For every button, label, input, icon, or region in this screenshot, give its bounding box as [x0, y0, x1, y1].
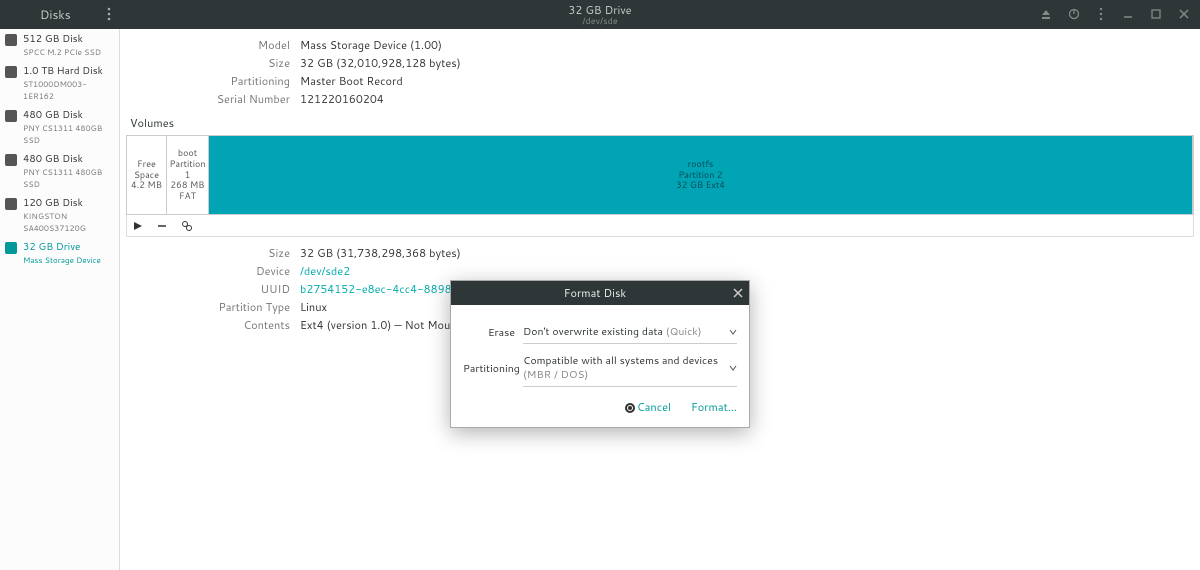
volume-partition-2[interactable]: rootfsPartition 232 GB Ext4: [209, 136, 1193, 214]
drive-icon: [5, 34, 17, 46]
partitioning-dropdown[interactable]: Compatible with all systems and devices …: [523, 350, 737, 387]
format-disk-dialog: Format Disk Erase Don't overwrite existi…: [450, 280, 750, 428]
app-menu-button[interactable]: [103, 7, 115, 21]
drive-menu-button[interactable]: [1096, 7, 1106, 21]
drive-list: 512 GB DiskSPCC M.2 PCIe SSD 1.0 TB Hard…: [0, 29, 120, 570]
chevron-down-icon: [729, 328, 737, 336]
drive-item-5[interactable]: 32 GB DriveMass Storage Device: [0, 237, 119, 269]
device-link[interactable]: /dev/sde2: [300, 263, 350, 279]
drive-info: ModelMass Storage Device (1.00) Size32 G…: [120, 37, 1200, 107]
drive-item-2[interactable]: 480 GB DiskPNY CS1311 480GB SSD: [0, 105, 119, 149]
eject-icon[interactable]: [1040, 8, 1052, 20]
volume-free-space[interactable]: Free Space4.2 MB: [127, 136, 167, 214]
header-drive-title: 32 GB Drive /dev/sde: [568, 4, 631, 26]
drive-icon: [5, 66, 17, 78]
app-title: Disks: [0, 6, 120, 23]
delete-button[interactable]: [157, 221, 167, 231]
volume-toolbar: [126, 215, 1194, 237]
title-bar: Disks 32 GB Drive /dev/sde: [0, 0, 1200, 29]
cancel-button[interactable]: Cancel: [625, 399, 671, 415]
volumes-title: Volumes: [130, 115, 1200, 131]
close-icon[interactable]: [733, 288, 743, 298]
dialog-title: Format Disk: [457, 285, 733, 301]
volume-partition-1[interactable]: bootPartition 1268 MB FAT: [167, 136, 209, 214]
chevron-down-icon: [729, 364, 737, 372]
drive-icon: [5, 198, 17, 210]
minimize-button[interactable]: [1122, 8, 1134, 20]
drive-icon: [5, 154, 17, 166]
volumes-bar: Free Space4.2 MB bootPartition 1268 MB F…: [126, 135, 1194, 215]
format-button[interactable]: Format…: [691, 399, 737, 415]
close-button[interactable]: [1178, 8, 1190, 20]
drive-item-1[interactable]: 1.0 TB Hard DiskST1000DM003-1ER162: [0, 61, 119, 105]
drive-item-4[interactable]: 120 GB DiskKINGSTON SA400S37120G: [0, 193, 119, 237]
mount-button[interactable]: [133, 221, 143, 231]
drive-item-0[interactable]: 512 GB DiskSPCC M.2 PCIe SSD: [0, 29, 119, 61]
drive-icon: [5, 242, 17, 254]
power-icon[interactable]: [1068, 8, 1080, 20]
maximize-button[interactable]: [1150, 8, 1162, 20]
record-icon: [625, 403, 635, 413]
drive-item-3[interactable]: 480 GB DiskPNY CS1311 480GB SSD: [0, 149, 119, 193]
drive-icon: [5, 110, 17, 122]
erase-dropdown[interactable]: Don't overwrite existing data (Quick): [523, 321, 737, 344]
more-options-button[interactable]: [181, 220, 193, 232]
